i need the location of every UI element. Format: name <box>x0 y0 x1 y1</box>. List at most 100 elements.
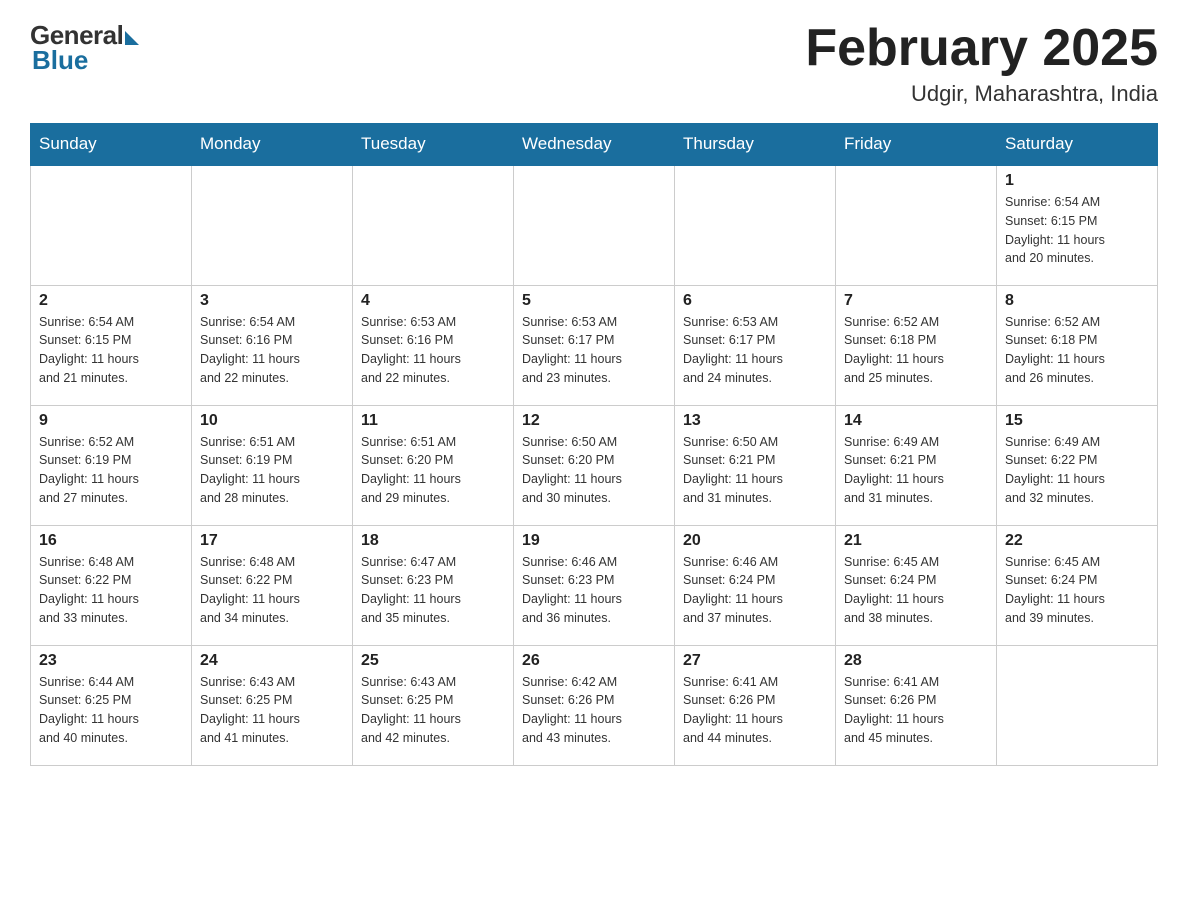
calendar-cell: 28 Sunrise: 6:41 AMSunset: 6:26 PMDayligh… <box>836 645 997 765</box>
calendar-week-row: 9Sunrise: 6:52 AMSunset: 6:19 PMDaylight… <box>31 405 1158 525</box>
calendar-week-row: 23 Sunrise: 6:44 AMSunset: 6:25 PMDayligh… <box>31 645 1158 765</box>
day-number: 20 <box>683 532 827 550</box>
calendar-cell: 7 Sunrise: 6:52 AMSunset: 6:18 PMDaylight… <box>836 285 997 405</box>
day-info: Sunrise: 6:48 AMSunset: 6:22 PMDaylight:… <box>39 553 183 628</box>
calendar-cell: 10Sunrise: 6:51 AMSunset: 6:19 PMDayligh… <box>192 405 353 525</box>
day-number: 13 <box>683 412 827 430</box>
day-info: Sunrise: 6:52 AMSunset: 6:18 PMDaylight:… <box>1005 313 1149 388</box>
logo: General Blue <box>30 20 139 76</box>
day-number: 11 <box>361 412 505 430</box>
weekday-header-friday: Friday <box>836 124 997 166</box>
calendar-cell: 19Sunrise: 6:46 AMSunset: 6:23 PMDayligh… <box>514 525 675 645</box>
calendar-cell: 16 Sunrise: 6:48 AMSunset: 6:22 PMDayligh… <box>31 525 192 645</box>
day-info: Sunrise: 6:52 AMSunset: 6:18 PMDaylight:… <box>844 313 988 388</box>
weekday-header-tuesday: Tuesday <box>353 124 514 166</box>
day-info: Sunrise: 6:43 AMSunset: 6:25 PMDaylight:… <box>200 673 344 748</box>
day-number: 22 <box>1005 532 1149 550</box>
calendar-header: SundayMondayTuesdayWednesdayThursdayFrid… <box>31 124 1158 166</box>
day-info: Sunrise: 6:41 AMSunset: 6:26 PMDaylight:… <box>683 673 827 748</box>
day-number: 2 <box>39 292 183 310</box>
day-info: Sunrise: 6:53 AMSunset: 6:16 PMDaylight:… <box>361 313 505 388</box>
day-info: Sunrise: 6:49 AMSunset: 6:21 PMDaylight:… <box>844 433 988 508</box>
calendar-cell <box>353 165 514 285</box>
day-number: 7 <box>844 292 988 310</box>
calendar-cell <box>31 165 192 285</box>
calendar-cell: 14 Sunrise: 6:49 AMSunset: 6:21 PMDayligh… <box>836 405 997 525</box>
calendar-cell <box>675 165 836 285</box>
day-number: 23 <box>39 652 183 670</box>
calendar-cell: 17 Sunrise: 6:48 AMSunset: 6:22 PMDayligh… <box>192 525 353 645</box>
calendar-cell: 20 Sunrise: 6:46 AMSunset: 6:24 PMDayligh… <box>675 525 836 645</box>
calendar-cell: 5 Sunrise: 6:53 AMSunset: 6:17 PMDaylight… <box>514 285 675 405</box>
weekday-header-row: SundayMondayTuesdayWednesdayThursdayFrid… <box>31 124 1158 166</box>
day-number: 6 <box>683 292 827 310</box>
calendar-cell: 1Sunrise: 6:54 AMSunset: 6:15 PMDaylight… <box>997 165 1158 285</box>
day-info: Sunrise: 6:54 AMSunset: 6:15 PMDaylight:… <box>39 313 183 388</box>
day-info: Sunrise: 6:53 AMSunset: 6:17 PMDaylight:… <box>683 313 827 388</box>
calendar-cell: 22 Sunrise: 6:45 AMSunset: 6:24 PMDayligh… <box>997 525 1158 645</box>
calendar-cell <box>192 165 353 285</box>
day-number: 27 <box>683 652 827 670</box>
day-number: 14 <box>844 412 988 430</box>
day-number: 24 <box>200 652 344 670</box>
logo-blue-text: Blue <box>32 45 88 76</box>
calendar-week-row: 2 Sunrise: 6:54 AMSunset: 6:15 PMDaylight… <box>31 285 1158 405</box>
weekday-header-wednesday: Wednesday <box>514 124 675 166</box>
calendar-cell: 12 Sunrise: 6:50 AMSunset: 6:20 PMDayligh… <box>514 405 675 525</box>
day-info: Sunrise: 6:47 AMSunset: 6:23 PMDaylight:… <box>361 553 505 628</box>
weekday-header-sunday: Sunday <box>31 124 192 166</box>
calendar-cell: 25 Sunrise: 6:43 AMSunset: 6:25 PMDayligh… <box>353 645 514 765</box>
day-number: 5 <box>522 292 666 310</box>
page-header: General Blue February 2025 Udgir, Mahara… <box>30 20 1158 107</box>
day-number: 12 <box>522 412 666 430</box>
day-info: Sunrise: 6:51 AMSunset: 6:20 PMDaylight:… <box>361 433 505 508</box>
logo-arrow-icon <box>125 31 139 45</box>
day-number: 26 <box>522 652 666 670</box>
day-number: 18 <box>361 532 505 550</box>
day-info: Sunrise: 6:49 AMSunset: 6:22 PMDaylight:… <box>1005 433 1149 508</box>
location-title: Udgir, Maharashtra, India <box>805 81 1158 107</box>
calendar-cell: 24 Sunrise: 6:43 AMSunset: 6:25 PMDayligh… <box>192 645 353 765</box>
day-info: Sunrise: 6:48 AMSunset: 6:22 PMDaylight:… <box>200 553 344 628</box>
calendar-cell: 18 Sunrise: 6:47 AMSunset: 6:23 PMDayligh… <box>353 525 514 645</box>
day-info: Sunrise: 6:50 AMSunset: 6:20 PMDaylight:… <box>522 433 666 508</box>
weekday-header-monday: Monday <box>192 124 353 166</box>
calendar-cell <box>514 165 675 285</box>
day-info: Sunrise: 6:43 AMSunset: 6:25 PMDaylight:… <box>361 673 505 748</box>
calendar-cell: 8 Sunrise: 6:52 AMSunset: 6:18 PMDaylight… <box>997 285 1158 405</box>
day-number: 9 <box>39 412 183 430</box>
calendar-cell: 4 Sunrise: 6:53 AMSunset: 6:16 PMDaylight… <box>353 285 514 405</box>
calendar-cell <box>997 645 1158 765</box>
day-info: Sunrise: 6:45 AMSunset: 6:24 PMDaylight:… <box>844 553 988 628</box>
day-number: 16 <box>39 532 183 550</box>
day-number: 25 <box>361 652 505 670</box>
day-number: 17 <box>200 532 344 550</box>
day-info: Sunrise: 6:51 AMSunset: 6:19 PMDaylight:… <box>200 433 344 508</box>
day-number: 8 <box>1005 292 1149 310</box>
calendar-cell: 27 Sunrise: 6:41 AMSunset: 6:26 PMDayligh… <box>675 645 836 765</box>
calendar-cell: 6 Sunrise: 6:53 AMSunset: 6:17 PMDaylight… <box>675 285 836 405</box>
day-number: 21 <box>844 532 988 550</box>
weekday-header-saturday: Saturday <box>997 124 1158 166</box>
day-number: 4 <box>361 292 505 310</box>
day-info: Sunrise: 6:44 AMSunset: 6:25 PMDaylight:… <box>39 673 183 748</box>
calendar-cell: 13 Sunrise: 6:50 AMSunset: 6:21 PMDayligh… <box>675 405 836 525</box>
day-number: 15 <box>1005 412 1149 430</box>
day-info: Sunrise: 6:46 AMSunset: 6:23 PMDaylight:… <box>522 553 666 628</box>
calendar-cell: 11 Sunrise: 6:51 AMSunset: 6:20 PMDayligh… <box>353 405 514 525</box>
day-info: Sunrise: 6:41 AMSunset: 6:26 PMDaylight:… <box>844 673 988 748</box>
calendar-cell: 15 Sunrise: 6:49 AMSunset: 6:22 PMDayligh… <box>997 405 1158 525</box>
month-title: February 2025 <box>805 20 1158 77</box>
calendar-table: SundayMondayTuesdayWednesdayThursdayFrid… <box>30 123 1158 766</box>
day-info: Sunrise: 6:46 AMSunset: 6:24 PMDaylight:… <box>683 553 827 628</box>
day-info: Sunrise: 6:53 AMSunset: 6:17 PMDaylight:… <box>522 313 666 388</box>
calendar-cell: 23 Sunrise: 6:44 AMSunset: 6:25 PMDayligh… <box>31 645 192 765</box>
day-number: 3 <box>200 292 344 310</box>
day-info: Sunrise: 6:50 AMSunset: 6:21 PMDaylight:… <box>683 433 827 508</box>
day-info: Sunrise: 6:42 AMSunset: 6:26 PMDaylight:… <box>522 673 666 748</box>
day-number: 28 <box>844 652 988 670</box>
day-info: Sunrise: 6:54 AMSunset: 6:16 PMDaylight:… <box>200 313 344 388</box>
day-info: Sunrise: 6:45 AMSunset: 6:24 PMDaylight:… <box>1005 553 1149 628</box>
calendar-cell: 9Sunrise: 6:52 AMSunset: 6:19 PMDaylight… <box>31 405 192 525</box>
calendar-cell: 2 Sunrise: 6:54 AMSunset: 6:15 PMDaylight… <box>31 285 192 405</box>
